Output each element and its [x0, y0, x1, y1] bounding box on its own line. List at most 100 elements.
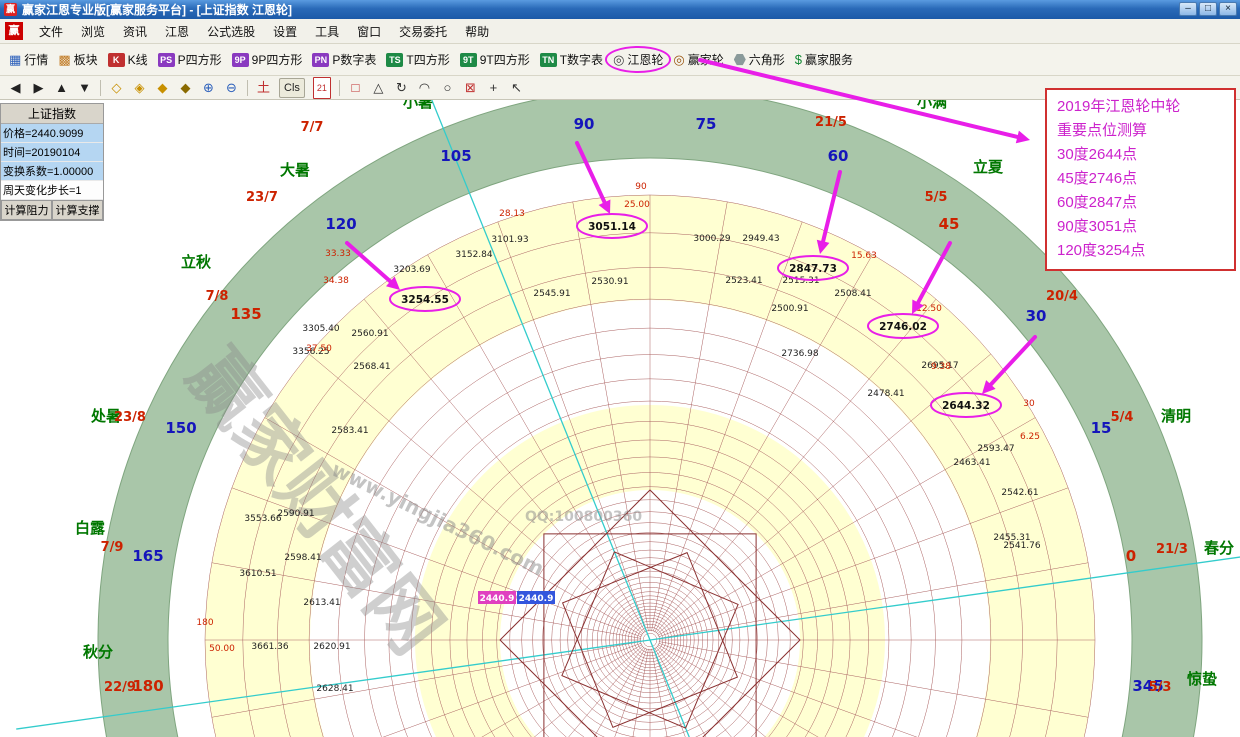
gann-wheel-icon: ◎ — [613, 53, 624, 67]
degree-label: 165 — [132, 547, 163, 565]
toolbar-button-T数字表[interactable]: TNT数字表 — [535, 48, 608, 71]
diamond-half-icon[interactable]: ◈ — [132, 79, 147, 97]
menu-工具[interactable]: 工具 — [306, 20, 348, 43]
menu-交易委托[interactable]: 交易委托 — [390, 20, 456, 43]
arc-tool-icon[interactable]: ◠ — [417, 79, 432, 97]
diamond-dark-icon[interactable]: ◆ — [178, 79, 193, 97]
rect-tool-icon[interactable]: □ — [348, 79, 363, 97]
button-计算支撑[interactable]: 计算支撑 — [52, 200, 103, 220]
toolbar-button-9P四方形[interactable]: 9P9P四方形 — [227, 48, 308, 71]
ring-value: 2590.91 — [277, 509, 314, 519]
close-button[interactable]: × — [1219, 2, 1237, 16]
toolbar-button-K线[interactable]: KK线 — [103, 48, 153, 71]
minimize-button[interactable]: – — [1179, 2, 1197, 16]
menu-设置[interactable]: 设置 — [264, 20, 306, 43]
menu-bar: 赢 文件浏览资讯江恩公式选股设置工具窗口交易委托帮助 — [0, 19, 1240, 44]
degree-label: 15 — [1091, 419, 1112, 437]
toolbar-button-江恩轮[interactable]: ◎江恩轮 — [608, 48, 668, 71]
window-title: 赢家江恩专业版[赢家服务平台] - [上证指数 江恩轮] — [22, 1, 292, 18]
p-number-table-icon: PN — [312, 53, 329, 67]
ring-value: 2541.76 — [1003, 541, 1040, 551]
diamond-outline-icon[interactable]: ◇ — [109, 79, 124, 97]
date-label: 21/5 — [815, 115, 847, 130]
zoom-in-icon[interactable]: ⊕ — [201, 79, 216, 97]
toolbar-button-P数字表[interactable]: PNP数字表 — [307, 48, 381, 71]
9t-square-icon: 9T — [460, 53, 477, 67]
ring-value: 2508.41 — [834, 289, 871, 299]
solar-term-label: 立夏 — [973, 158, 1004, 176]
menu-浏览[interactable]: 浏览 — [72, 20, 114, 43]
menu-窗口[interactable]: 窗口 — [348, 20, 390, 43]
spoke-value: 12.50 — [916, 304, 942, 314]
spoke-value: 37.50 — [306, 344, 332, 354]
move-tool-icon[interactable]: + — [486, 79, 501, 97]
ring-value: 2613.41 — [303, 598, 340, 608]
ring-value: 3661.36 — [251, 642, 288, 652]
triangle-tool-icon[interactable]: △ — [371, 79, 386, 97]
menu-文件[interactable]: 文件 — [30, 20, 72, 43]
highlighted-value: 3051.14 — [588, 221, 636, 233]
spoke-value: 15.63 — [851, 251, 877, 261]
maximize-button[interactable]: □ — [1199, 2, 1217, 16]
calendar-icon[interactable]: 21 — [313, 77, 331, 99]
delete-tool-icon[interactable]: ⊠ — [463, 79, 478, 97]
circle-tool-icon[interactable]: ○ — [440, 79, 455, 97]
winner-wheel-icon: ◎ — [673, 53, 684, 67]
solar-term-label: 惊蛰 — [1187, 670, 1217, 688]
date-label: 23/7 — [246, 190, 278, 205]
toolbar-button-行情[interactable]: ▦行情 — [4, 48, 53, 71]
toolbar-button-T四方形[interactable]: TST四方形 — [381, 48, 454, 71]
pointer-tool-icon[interactable]: ↖ — [509, 79, 524, 97]
toolbar-button-赢家轮[interactable]: ◎赢家轮 — [668, 48, 728, 71]
spoke-value: 25.00 — [624, 200, 650, 210]
toolbar-button-六角形[interactable]: 六角形 — [729, 48, 790, 71]
index-info-panel: 上证指数 价格=2440.9099时间=20190104变换系数=1.00000… — [0, 103, 104, 221]
main-toolbar: ▦行情▩板块KK线PSP四方形9P9P四方形PNP数字表TST四方形9T9T四方… — [0, 44, 1240, 76]
degree-label: 120 — [325, 215, 356, 233]
menu-资讯[interactable]: 资讯 — [114, 20, 156, 43]
toolbar-label: 六角形 — [749, 51, 785, 68]
nav-down-icon[interactable]: ▼ — [77, 79, 92, 97]
spoke-value: 9.38 — [931, 362, 951, 372]
nav-up-icon[interactable]: ▲ — [54, 79, 69, 97]
solar-term-label: 春分 — [1204, 539, 1234, 557]
ring-value: 3610.51 — [239, 569, 276, 579]
nav-right-icon[interactable]: ▶ — [31, 79, 46, 97]
degree-label: 90 — [574, 115, 595, 133]
toolbar-label: 9T四方形 — [480, 51, 530, 68]
toolbar-button-板块[interactable]: ▩板块 — [53, 48, 102, 71]
annotation-line: 2019年江恩轮中轮 — [1057, 95, 1224, 119]
ring-value: 3101.93 — [491, 235, 528, 245]
highlighted-value: 2847.73 — [789, 263, 837, 275]
info-row: 变换系数=1.00000 — [1, 162, 103, 181]
button-计算阻力[interactable]: 计算阻力 — [1, 200, 52, 220]
axis-tool-icon[interactable]: 土 — [256, 79, 271, 97]
toolbar-label: 赢家服务 — [805, 51, 853, 68]
toolbar-button-9T四方形[interactable]: 9T9T四方形 — [455, 48, 535, 71]
hexagon-icon — [734, 54, 746, 66]
clear-button[interactable]: Cls — [279, 78, 305, 98]
diamond-filled-icon[interactable]: ◆ — [155, 79, 170, 97]
menu-帮助[interactable]: 帮助 — [456, 20, 498, 43]
ring-value: 2515.31 — [782, 276, 819, 286]
winner-service-icon: $ — [795, 53, 802, 67]
nav-left-icon[interactable]: ◀ — [8, 79, 23, 97]
zoom-out-icon[interactable]: ⊖ — [224, 79, 239, 97]
calc-buttons: 计算阻力计算支撑 — [1, 200, 103, 220]
annotation-box: 2019年江恩轮中轮重要点位测算30度2644点45度2746点60度2847点… — [1045, 88, 1236, 271]
highlighted-value: 2746.02 — [879, 321, 927, 333]
solar-term-label: 小满 — [917, 100, 947, 111]
toolbar-button-赢家服务[interactable]: $赢家服务 — [790, 48, 858, 71]
index-name: 上证指数 — [1, 104, 103, 124]
spoke-value: 33.33 — [325, 249, 351, 259]
ring-value: 2530.91 — [591, 277, 628, 287]
toolbar-label: 板块 — [74, 51, 98, 68]
title-bar: 赢 赢家江恩专业版[赢家服务平台] - [上证指数 江恩轮] – □ × — [0, 0, 1240, 19]
rotate-tool-icon[interactable]: ↻ — [394, 79, 409, 97]
menu-江恩[interactable]: 江恩 — [156, 20, 198, 43]
spoke-value: 6.25 — [1020, 432, 1040, 442]
toolbar-button-P四方形[interactable]: PSP四方形 — [153, 48, 227, 71]
menu-公式选股[interactable]: 公式选股 — [198, 20, 264, 43]
spoke-value: 34.38 — [323, 276, 349, 286]
ring-value: 2583.41 — [331, 426, 368, 436]
